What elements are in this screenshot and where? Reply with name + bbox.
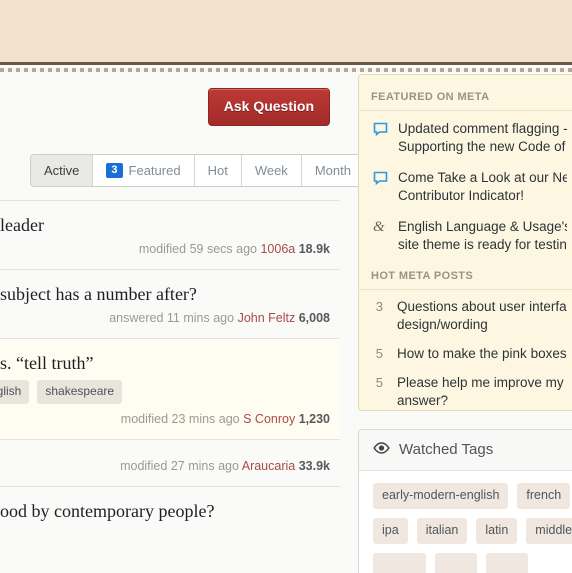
question-tag-list: nglish shakespeare [0, 380, 330, 404]
tab-active-label: Active [44, 163, 80, 178]
question-action: answered [109, 311, 164, 325]
question-user[interactable]: S Conroy [243, 412, 295, 426]
main-column: Ask Question Active 3 Featured Hot Week … [0, 74, 365, 573]
tab-featured[interactable]: 3 Featured [93, 155, 195, 186]
ask-question-row: Ask Question [0, 74, 340, 132]
question-sort-tabs: Active 3 Featured Hot Week Month [30, 154, 365, 187]
meta-line-1: English Language & Usage's [398, 219, 567, 234]
tab-featured-label: Featured [128, 163, 181, 178]
watched-tag-list: early-modern-english french gr ipa itali… [359, 471, 572, 573]
eye-icon [373, 441, 390, 458]
list-item-label: Updated comment flagging - Supporting th… [398, 120, 567, 156]
question-meta: answered 11 mins ago John Feltz 6,008 [0, 311, 330, 326]
question-list: leader modified 59 secs ago 1006a 18.9k … [0, 200, 340, 540]
question-time: 27 mins ago [170, 459, 239, 473]
watched-tag[interactable]: latin [476, 518, 518, 544]
list-item-label: How to make the pink boxes [397, 345, 567, 363]
hot-post-score: 5 [375, 346, 383, 361]
question-title[interactable]: leader [0, 214, 330, 236]
tab-week-label: Week [254, 163, 288, 178]
tab-month[interactable]: Month [301, 155, 364, 186]
featured-on-meta-panel: Featured on Meta Updated comment flaggin… [358, 74, 572, 411]
hot-post-score: 3 [375, 299, 383, 314]
question-time: 23 mins ago [171, 412, 240, 426]
watched-tag[interactable]: french [517, 483, 571, 509]
list-item-label: Come Take a Look at our Ne Contributor I… [398, 169, 567, 205]
watched-tag[interactable] [373, 553, 426, 573]
meta-line-2: site theme is ready for testing [398, 237, 567, 252]
ask-question-button[interactable]: Ask Question [207, 88, 330, 126]
question-user-rep: 1,230 [298, 412, 330, 426]
header-dashed-divider [0, 68, 572, 72]
hot-post-score: 5 [375, 375, 383, 390]
question-title[interactable]: s. “tell truth” [0, 352, 330, 374]
question-time: 59 secs ago [189, 242, 257, 256]
list-item[interactable]: 3 Questions about user interfa design/wo… [359, 292, 572, 339]
question-action: modified [120, 412, 169, 426]
question-title[interactable]: ood by contemporary people? [0, 500, 330, 522]
hot-meta-posts-title: Hot Meta Posts [359, 264, 572, 290]
meta-line-2: Contributor Indicator! [398, 188, 525, 203]
question-user-rep: 33.9k [298, 459, 330, 473]
watched-tag[interactable]: early-modern-english [373, 483, 509, 509]
question-user[interactable]: 1006a [260, 242, 295, 256]
hot-line-2: design/wording [397, 317, 488, 332]
question-meta: modified 23 mins ago S Conroy 1,230 [0, 412, 330, 427]
list-item[interactable]: 5 Please help me improve my l answer? [359, 368, 572, 410]
sidebar-column: Featured on Meta Updated comment flaggin… [358, 74, 572, 573]
question-user[interactable]: Araucaria [242, 459, 296, 473]
table-row-featured[interactable]: s. “tell truth” nglish shakespeare modif… [0, 338, 340, 439]
watched-tag[interactable] [434, 553, 478, 573]
list-item[interactable]: & English Language & Usage's site theme … [359, 211, 572, 260]
question-action: modified [120, 459, 168, 473]
hot-line-1: How to make the pink boxes [397, 346, 567, 361]
table-row[interactable]: leader modified 59 secs ago 1006a 18.9k [0, 200, 340, 269]
tab-featured-badge: 3 [106, 163, 123, 178]
watched-tag[interactable]: italian [416, 518, 468, 544]
watched-tag[interactable] [486, 553, 529, 573]
page-root: Ask Question Active 3 Featured Hot Week … [0, 0, 572, 573]
site-logo-icon: & [373, 219, 385, 235]
question-user-rep: 6,008 [298, 311, 330, 325]
watched-tag[interactable]: middle-engli [526, 518, 572, 544]
list-item[interactable]: 5 How to make the pink boxes [359, 339, 572, 368]
list-item-label: Please help me improve my l answer? [397, 374, 567, 410]
tab-week[interactable]: Week [241, 155, 302, 186]
content-area: Ask Question Active 3 Featured Hot Week … [0, 74, 572, 573]
question-title[interactable]: subject has a number after? [0, 283, 330, 305]
speech-bubble-icon [373, 169, 388, 190]
hot-line-2: answer? [397, 393, 449, 408]
table-row[interactable]: subject has a number after? answered 11 … [0, 269, 340, 338]
watched-tags-header: Watched Tags [359, 430, 572, 471]
question-tag[interactable]: nglish [0, 380, 30, 404]
watched-tags-title: Watched Tags [399, 441, 494, 458]
list-item-label: Questions about user interfa design/word… [397, 298, 567, 334]
hot-line-1: Please help me improve my l [397, 375, 567, 390]
tab-hot[interactable]: Hot [194, 155, 242, 186]
meta-line-1: Come Take a Look at our Ne [398, 170, 567, 185]
table-row[interactable]: modified 27 mins ago Araucaria 33.9k [0, 439, 340, 486]
question-action: modified [138, 242, 187, 256]
speech-bubble-icon [373, 120, 388, 141]
question-meta: modified 59 secs ago 1006a 18.9k [0, 242, 330, 257]
featured-on-meta-title: Featured on Meta [359, 85, 572, 111]
watched-tags-panel: Watched Tags early-modern-english french… [358, 429, 572, 573]
question-user[interactable]: John Feltz [238, 311, 296, 325]
question-user-rep: 18.9k [298, 242, 330, 256]
watched-tag[interactable]: ipa [373, 518, 408, 544]
question-meta: modified 27 mins ago Araucaria 33.9k [0, 459, 330, 474]
tab-month-label: Month [314, 163, 351, 178]
question-time: 11 mins ago [166, 311, 235, 325]
list-item[interactable]: Updated comment flagging - Supporting th… [359, 113, 572, 162]
top-header-band [0, 0, 572, 65]
tab-active[interactable]: Active [31, 155, 94, 186]
hot-line-1: Questions about user interfa [397, 299, 567, 314]
meta-line-2: Supporting the new Code of [398, 139, 566, 154]
tab-hot-label: Hot [207, 163, 228, 178]
list-item-label: English Language & Usage's site theme is… [398, 218, 567, 254]
question-tag[interactable]: shakespeare [37, 380, 123, 404]
list-item[interactable]: Come Take a Look at our Ne Contributor I… [359, 162, 572, 211]
meta-line-1: Updated comment flagging - [398, 121, 567, 136]
table-row[interactable]: ood by contemporary people? [0, 486, 340, 540]
